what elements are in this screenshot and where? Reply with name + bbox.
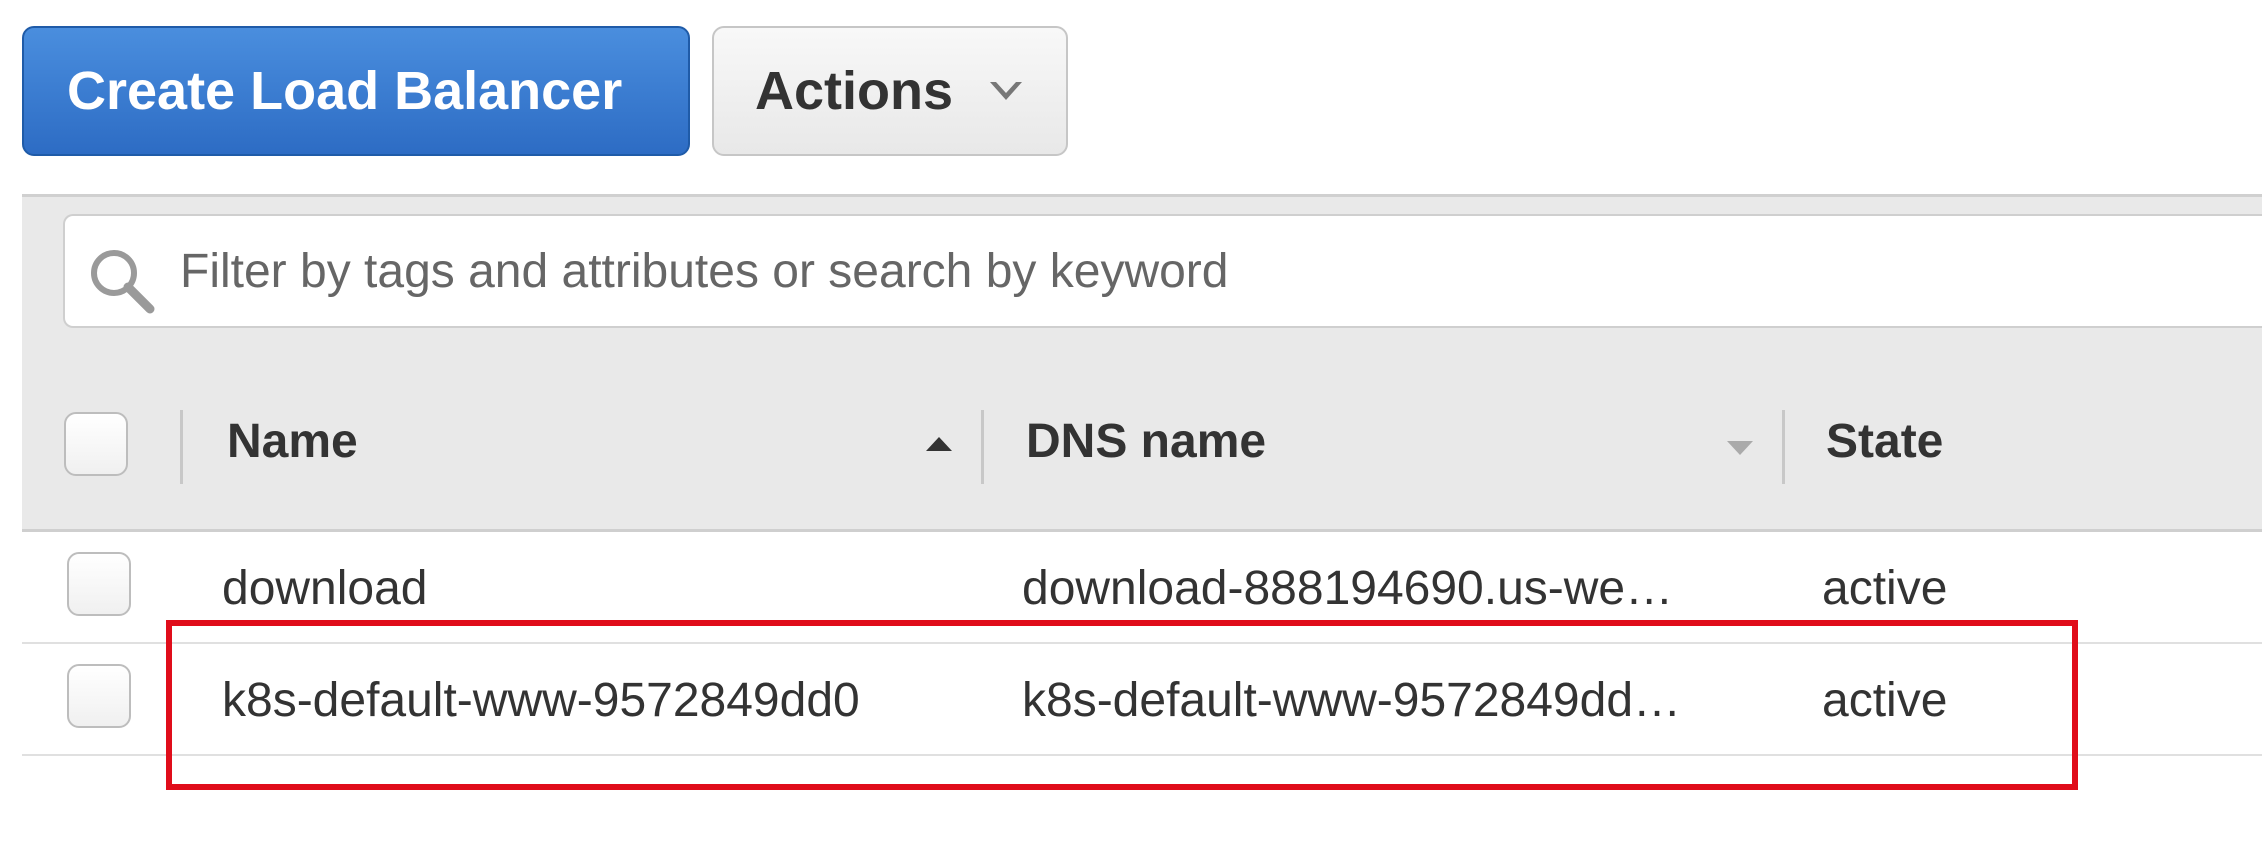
select-all-checkbox[interactable] xyxy=(64,412,128,476)
row-name[interactable]: k8s-default-www-9572849dd0 xyxy=(222,673,1002,728)
create-load-balancer-label: Create Load Balancer xyxy=(67,61,623,121)
row-checkbox[interactable] xyxy=(67,552,131,616)
row-state: active xyxy=(1822,562,1948,615)
search-icon xyxy=(91,250,155,314)
row-state: active xyxy=(1822,674,1948,727)
sort-ascending-icon[interactable] xyxy=(924,435,954,453)
row-checkbox[interactable] xyxy=(67,664,131,728)
column-divider xyxy=(1782,410,1785,484)
column-header-dns-name[interactable]: DNS name xyxy=(1026,414,1266,469)
create-load-balancer-button[interactable]: Create Load Balancer xyxy=(22,26,690,156)
chevron-down-icon xyxy=(990,82,1022,100)
column-header-state[interactable]: State xyxy=(1826,414,1943,469)
sort-descending-icon[interactable] xyxy=(1725,439,1755,457)
column-divider xyxy=(180,410,183,484)
actions-label: Actions xyxy=(755,61,954,121)
row-dns-name: download-888194690.us-we… xyxy=(1022,562,1674,615)
column-divider xyxy=(981,410,984,484)
row-dns-name: k8s-default-www-9572849dd… xyxy=(1022,674,1682,727)
column-header-name[interactable]: Name xyxy=(227,414,358,469)
search-input[interactable] xyxy=(180,226,2230,316)
actions-dropdown-button[interactable]: Actions xyxy=(712,26,1068,156)
row-name[interactable]: download xyxy=(222,561,982,616)
